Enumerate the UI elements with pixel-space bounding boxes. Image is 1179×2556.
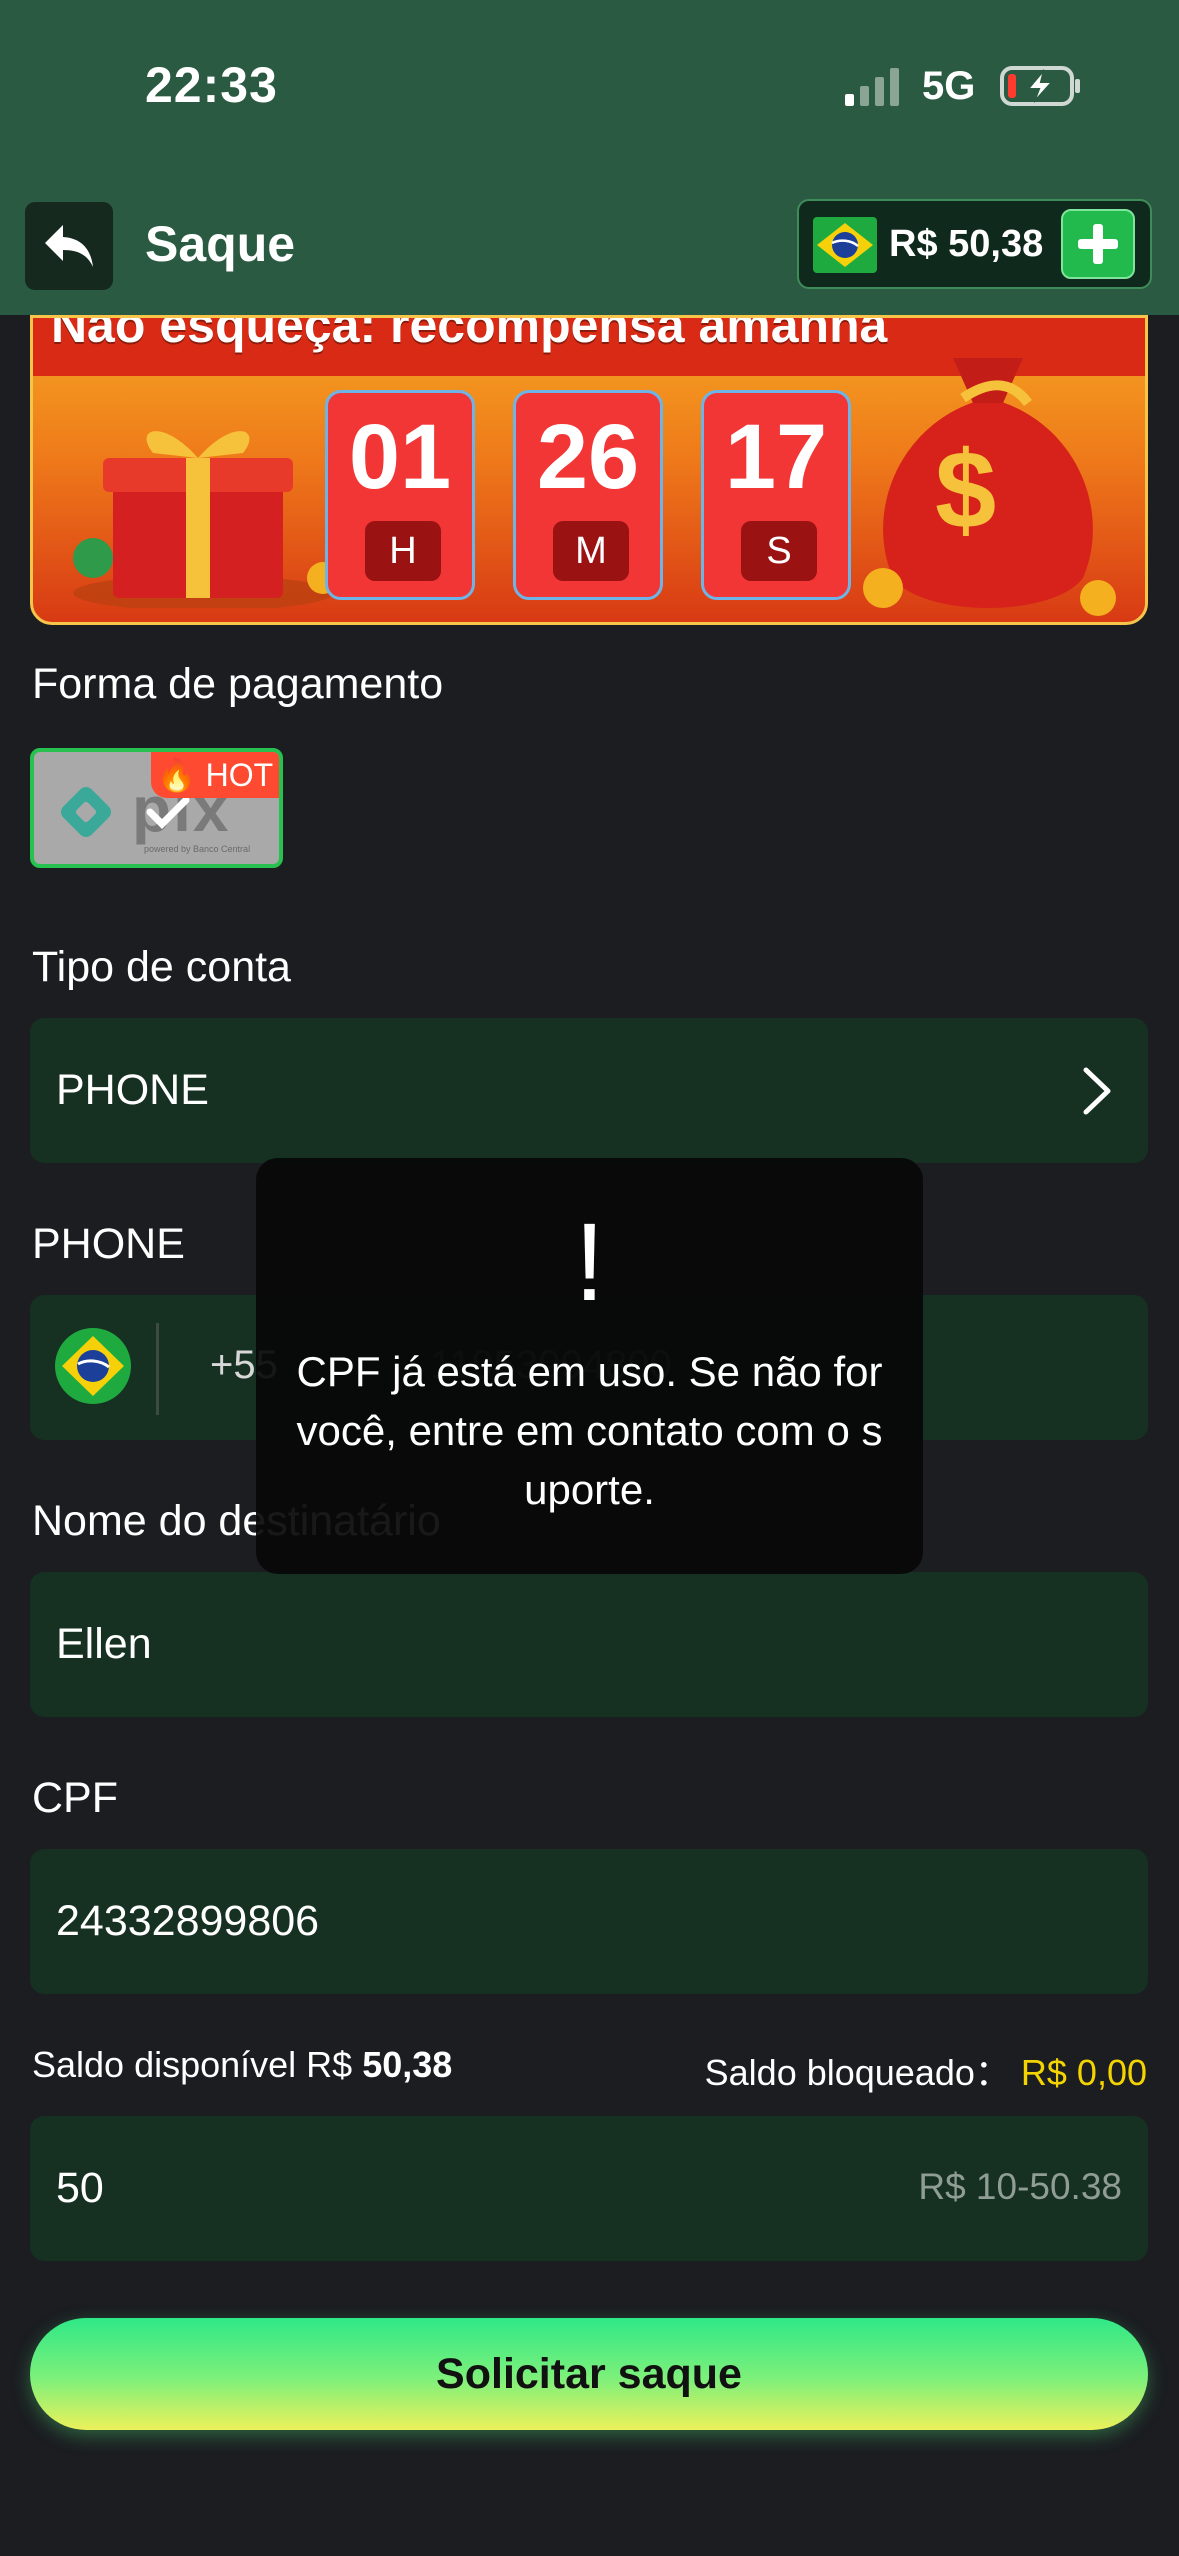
exclamation-icon: ! (574, 1201, 605, 1324)
payment-method-label: Forma de pagamento (32, 660, 444, 708)
balance-value: R$ 50,38 (889, 223, 1044, 265)
pix-logo-icon (61, 787, 111, 837)
pix-subtext: powered by Banco Central (144, 844, 251, 854)
gift-box-icon (73, 431, 339, 608)
countdown-hours: 01 H (325, 390, 475, 600)
brazil-flag-icon (55, 1328, 131, 1404)
page-title: Saque (145, 216, 296, 272)
blocked-balance: Saldo bloqueado： R$ 0,00 (705, 2044, 1147, 2096)
status-time: 22:33 (145, 57, 278, 113)
back-button[interactable] (25, 202, 113, 290)
available-balance-value: 50,38 (362, 2044, 453, 2085)
countdown-seconds: 17 S (701, 390, 851, 600)
available-balance: Saldo disponível R$ 50,38 (32, 2044, 452, 2086)
recipient-name-input[interactable]: Ellen (30, 1572, 1148, 1717)
cpf-input[interactable]: 24332899806 (30, 1849, 1148, 1994)
money-bag-icon: $ (863, 358, 1116, 616)
network-label: 5G (922, 64, 976, 108)
countdown-hours-value: 01 (348, 406, 452, 508)
account-type-select[interactable]: PHONE (30, 1018, 1148, 1163)
banner-title: Não esqueça: recompensa amanhã (51, 315, 888, 353)
hot-badge: 🔥 HOT (151, 752, 279, 798)
back-arrow-icon (45, 225, 93, 267)
amount-input[interactable]: 50 R$ 10-50.38 (30, 2116, 1148, 2261)
phone-divider (156, 1323, 159, 1415)
blocked-balance-value: R$ 0,00 (1020, 2052, 1147, 2093)
countdown-minutes-value: 26 (536, 406, 640, 508)
blocked-balance-label: Saldo bloqueado： (704, 2052, 1011, 2093)
countdown-seconds-unit: S (741, 521, 817, 581)
countdown-minutes-unit: M (553, 521, 629, 581)
countdown-minutes: 26 M (513, 390, 663, 600)
brazil-flag-icon (813, 217, 877, 273)
reward-banner[interactable]: Não esqueça: recompensa amanhã $ 01 H 26… (30, 315, 1148, 625)
available-balance-label: Saldo disponível R$ (32, 2044, 353, 2085)
countdown-seconds-value: 17 (724, 406, 828, 508)
app-header: Saque R$ 50,38 (0, 175, 1179, 315)
pix-payment-option[interactable]: pix powered by Banco Central 🔥 HOT (30, 748, 283, 868)
amount-value: 50 (56, 2164, 104, 2212)
request-withdrawal-button[interactable]: Solicitar saque (30, 2318, 1148, 2430)
account-type-label: Tipo de conta (32, 943, 291, 991)
hot-badge-label: HOT (205, 757, 274, 793)
error-toast: ! CPF já está em uso. Se não for você, e… (256, 1158, 923, 1574)
phone-label: PHONE (32, 1220, 185, 1268)
countdown-hours-unit: H (365, 521, 441, 581)
balance-chip[interactable]: R$ 50,38 (797, 199, 1152, 289)
flame-icon: 🔥 (156, 757, 197, 793)
account-type-value: PHONE (56, 1066, 209, 1114)
amount-range-hint: R$ 10-50.38 (918, 2166, 1122, 2207)
toast-message: CPF já está em uso. Se não for você, ent… (296, 1348, 883, 1513)
recipient-name-value: Ellen (56, 1620, 152, 1668)
svg-text:$: $ (935, 429, 996, 552)
battery-charging-icon (1000, 66, 1080, 106)
plus-icon (1078, 224, 1118, 264)
selected-check-icon (146, 796, 190, 829)
deposit-plus-button[interactable] (1061, 209, 1135, 279)
chevron-right-icon (1083, 1067, 1111, 1115)
signal-icon (845, 68, 899, 106)
status-bar: 22:33 5G (0, 0, 1179, 175)
cpf-value: 24332899806 (56, 1897, 320, 1945)
cpf-label: CPF (32, 1774, 118, 1822)
